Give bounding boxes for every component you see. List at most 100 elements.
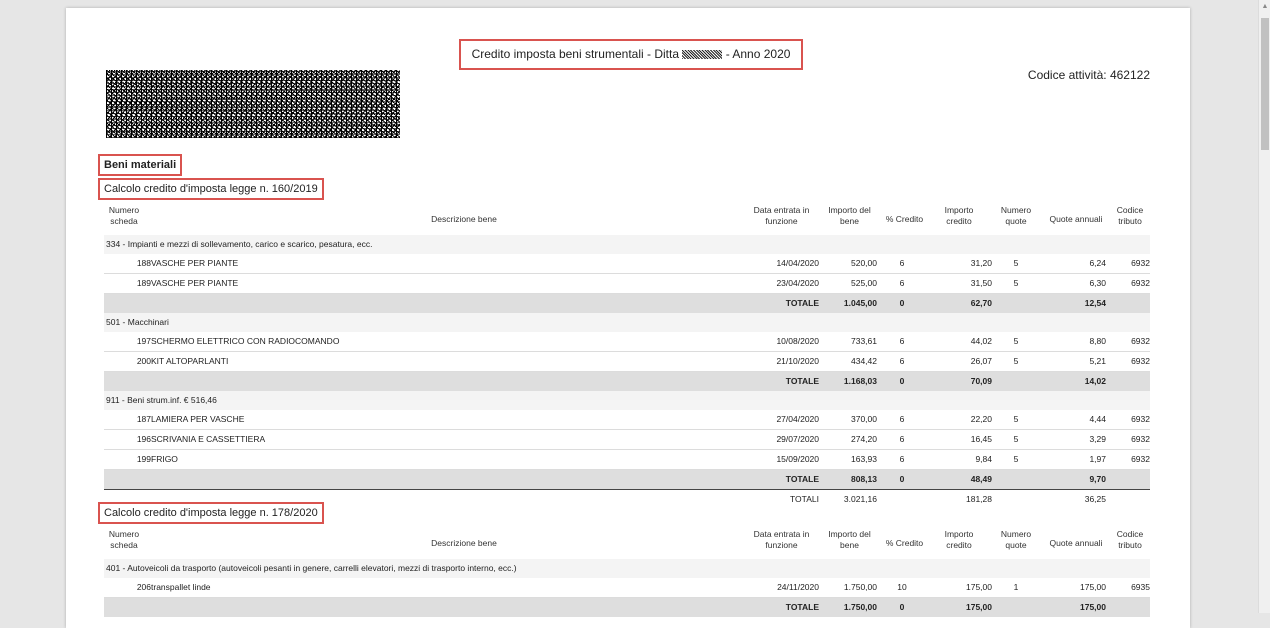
cell-credito: 9,84 (975, 454, 992, 464)
cell-qa: 8,80 (1089, 336, 1106, 346)
cell-date: 10/08/2020 (776, 336, 819, 346)
total-credito: 70,09 (970, 376, 992, 386)
cell-qa: 6,24 (1089, 258, 1106, 268)
cell-nq: 5 (1013, 434, 1019, 444)
cell-num: 187 (136, 414, 151, 424)
scrollbar-thumb[interactable] (1261, 18, 1269, 150)
total-label: TOTALE (785, 376, 819, 386)
title-prefix: Credito imposta beni strumentali - Ditta (471, 47, 679, 61)
credit-table-178-2020: Numero scheda Descrizione bene Data entr… (104, 529, 1150, 617)
cell-num: 200 (136, 356, 151, 366)
total-importo: 808,13 (851, 474, 877, 484)
category-row: 401 - Autoveicoli da trasporto (autoveic… (104, 559, 1150, 578)
total-row: TOTALE 808,13 0 48,49 9,70 (104, 470, 1150, 489)
cell-perc: 6 (899, 258, 905, 268)
cell-importo: 163,93 (851, 454, 877, 464)
cell-date: 21/10/2020 (776, 356, 819, 366)
cell-date: 14/04/2020 (776, 258, 819, 268)
cell-credito: 31,50 (970, 278, 992, 288)
category-row: 334 - Impianti e mezzi di sollevamento, … (104, 235, 1150, 254)
cell-desc: VASCHE PER PIANTE (151, 278, 239, 288)
cell-nq: 5 (1013, 454, 1019, 464)
cell-credito: 31,20 (970, 258, 992, 268)
cell-num: 199 (136, 454, 151, 464)
total-row: TOTALE 1.750,00 0 175,00 175,00 (104, 598, 1150, 617)
total-qa: 12,54 (1084, 298, 1106, 308)
col-numero: Numero scheda (108, 205, 140, 226)
cell-num: 188 (136, 258, 151, 268)
category-name: 911 - Beni strum.inf. € 516,46 (106, 395, 217, 405)
table1-title: Calcolo credito d'imposta legge n. 160/2… (98, 178, 324, 200)
category-name: 401 - Autoveicoli da trasporto (autoveic… (106, 563, 517, 573)
total-row: TOTALE 1.168,03 0 70,09 14,02 (104, 372, 1150, 391)
credit-table-160-2019: Numero scheda Descrizione bene Data entr… (104, 205, 1150, 509)
cell-credito: 16,45 (970, 434, 992, 444)
cell-date: 15/09/2020 (776, 454, 819, 464)
col-qa: Quote annuali (1049, 214, 1103, 224)
cell-perc: 6 (899, 356, 905, 366)
document-page: Credito imposta beni strumentali - Ditta… (66, 8, 1190, 628)
cell-importo: 434,42 (851, 356, 877, 366)
category-name: 501 - Macchinari (106, 317, 169, 327)
cell-codice: 6932 (1131, 278, 1150, 288)
cell-perc: 6 (899, 454, 905, 464)
category-name: 334 - Impianti e mezzi di sollevamento, … (106, 239, 373, 249)
cell-codice: 6932 (1131, 434, 1150, 444)
grand-total-qa: 36,25 (1084, 494, 1106, 504)
cell-credito: 175,00 (966, 582, 992, 592)
col-perc: % Credito (885, 214, 924, 224)
table-row: 196 SCRIVANIA E CASSETTIERA 29/07/2020 2… (104, 430, 1150, 450)
cell-credito: 44,02 (970, 336, 992, 346)
table-row: 199 FRIGO 15/09/2020 163,93 6 9,84 5 1,9… (104, 450, 1150, 470)
cell-perc: 6 (899, 336, 905, 346)
redacted-company-name (682, 50, 723, 60)
document-title: Credito imposta beni strumentali - Ditta… (459, 39, 803, 70)
category-row: 911 - Beni strum.inf. € 516,46 (104, 391, 1150, 410)
total-label: TOTALE (785, 298, 819, 308)
cell-qa: 175,00 (1080, 582, 1106, 592)
cell-desc: SCRIVANIA E CASSETTIERA (151, 434, 266, 444)
cell-desc: FRIGO (151, 454, 178, 464)
vertical-scrollbar[interactable]: ▲ (1258, 0, 1270, 613)
total-importo: 1.045,00 (843, 298, 877, 308)
cell-num: 189 (136, 278, 151, 288)
table-row: 189 VASCHE PER PIANTE 23/04/2020 525,00 … (104, 274, 1150, 294)
cell-perc: 6 (899, 434, 905, 444)
col-nq: Numero quote (1000, 205, 1032, 226)
table-header: Numero scheda Descrizione bene Data entr… (104, 205, 1150, 235)
total-qa: 14,02 (1084, 376, 1106, 386)
table-row: 200 KIT ALTOPARLANTI 21/10/2020 434,42 6… (104, 352, 1150, 372)
cell-qa: 3,29 (1089, 434, 1106, 444)
cell-codice: 6932 (1131, 356, 1150, 366)
cell-desc: VASCHE PER PIANTE (151, 258, 239, 268)
total-credito: 62,70 (970, 298, 992, 308)
cell-codice: 6932 (1131, 336, 1150, 346)
col-perc: % Credito (885, 538, 924, 548)
total-credito: 48,49 (970, 474, 992, 484)
cell-date: 29/07/2020 (776, 434, 819, 444)
redacted-logo (106, 70, 400, 138)
total-label: TOTALE (785, 602, 819, 612)
col-codice: Codice tributo (1116, 529, 1144, 550)
col-data: Data entrata in funzione (753, 529, 810, 550)
table-row: 197 SCHERMO ELETTRICO CON RADIOCOMANDO 1… (104, 332, 1150, 352)
table-row: 187 LAMIERA PER VASCHE 27/04/2020 370,00… (104, 410, 1150, 430)
cell-qa: 5,21 (1089, 356, 1106, 366)
cell-credito: 26,07 (970, 356, 992, 366)
cell-codice: 6935 (1131, 582, 1150, 592)
col-nq: Numero quote (1000, 529, 1032, 550)
col-qa: Quote annuali (1049, 538, 1103, 548)
table-row: 188 VASCHE PER PIANTE 14/04/2020 520,00 … (104, 254, 1150, 274)
cell-nq: 5 (1013, 278, 1019, 288)
grand-total-importo: 3.021,16 (843, 494, 877, 504)
col-credito: Importo credito (944, 529, 974, 550)
cell-importo: 274,20 (851, 434, 877, 444)
scroll-up-arrow-icon[interactable]: ▲ (1261, 2, 1269, 12)
cell-importo: 1.750,00 (843, 582, 877, 592)
col-data: Data entrata in funzione (753, 205, 810, 226)
cell-desc: KIT ALTOPARLANTI (151, 356, 229, 366)
total-perc: 0 (899, 474, 905, 484)
cell-codice: 6932 (1131, 414, 1150, 424)
cell-importo: 733,61 (851, 336, 877, 346)
total-importo: 1.750,00 (843, 602, 877, 612)
